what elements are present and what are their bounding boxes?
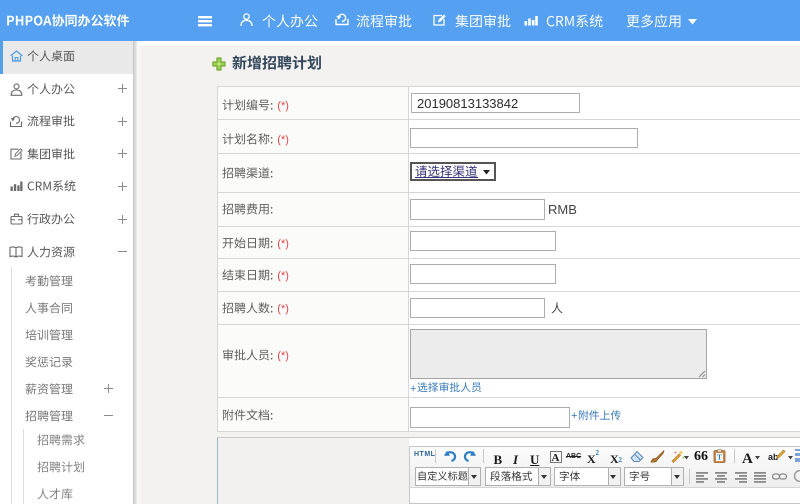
svg-text:T: T (717, 454, 722, 462)
